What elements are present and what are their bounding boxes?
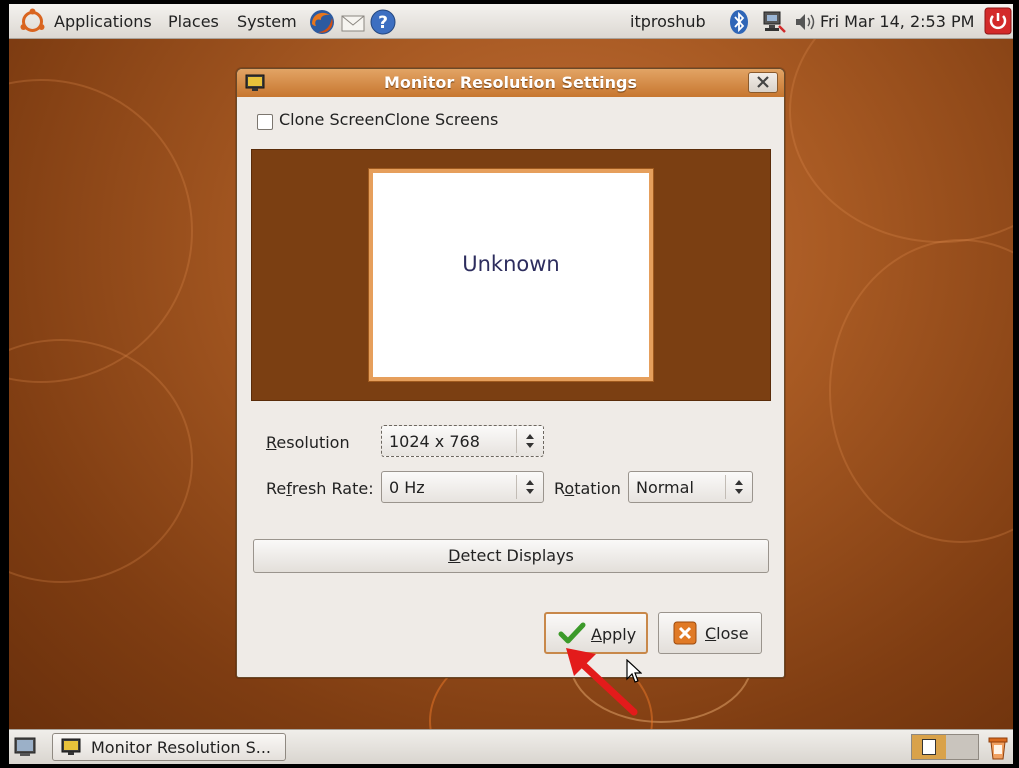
resolution-label: Resolution [266,433,350,452]
show-desktop-icon[interactable] [13,735,37,763]
refresh-rate-label: Refresh Rate: [266,479,374,498]
clone-screens-label[interactable]: Clone ScreenClone Screens [279,110,498,129]
dialog-titlebar[interactable]: Monitor Resolution Settings [237,69,784,97]
applications-menu[interactable]: Applications [54,12,152,31]
taskbar-window-button[interactable]: Monitor Resolution S... [52,733,286,761]
help-icon[interactable]: ? [370,9,396,39]
bottom-panel: Monitor Resolution S... [9,729,1013,764]
ubuntu-logo-icon[interactable] [19,8,46,35]
system-menu[interactable]: System [237,12,297,31]
combo-arrows-icon [516,429,543,453]
places-menu[interactable]: Places [168,12,219,31]
username-label: itproshub [630,12,706,31]
close-button[interactable]: Close [658,612,762,654]
firefox-icon[interactable] [308,8,336,40]
svg-text:?: ? [378,13,388,33]
shutdown-icon[interactable] [984,7,1012,39]
rotation-combo[interactable]: Normal [628,471,753,503]
taskbar-window-label: Monitor Resolution S... [91,738,272,757]
dialog-close-icon[interactable] [748,72,778,93]
refresh-rate-value: 0 Hz [389,478,425,497]
dialog-title: Monitor Resolution Settings [383,73,638,92]
rotation-label: Rotation [554,479,621,498]
resolution-combo[interactable]: 1024 x 768 [381,425,544,457]
trash-icon[interactable] [986,733,1010,765]
clock[interactable]: Fri Mar 14, 2:53 PM [820,12,974,31]
combo-arrows-icon [725,475,752,499]
monitor-name-label: Unknown [462,252,560,276]
monitor-preview-screen[interactable]: Unknown [369,169,653,381]
monitor-resolution-dialog: Monitor Resolution Settings Clone Screen… [236,68,785,678]
refresh-rate-combo[interactable]: 0 Hz [381,471,544,503]
workspace-window-thumb [922,739,936,755]
mouse-cursor-icon [626,659,642,683]
monitor-app-icon [61,738,81,760]
close-label: Close [705,624,749,643]
workspace-switcher-icon[interactable] [911,734,979,760]
bluetooth-icon[interactable] [728,9,750,39]
screen: Applications Places System ? itproshub F… [0,0,1019,768]
network-icon[interactable] [761,10,787,38]
detect-displays-button[interactable]: Detect Displays [253,539,769,573]
volume-icon[interactable] [793,11,817,37]
close-x-icon [673,621,697,649]
resolution-value: 1024 x 768 [389,432,480,451]
combo-arrows-icon [516,475,543,499]
mail-icon[interactable] [340,10,366,38]
clone-screens-checkbox[interactable] [257,114,273,130]
monitor-preview-area: Unknown [251,149,771,401]
top-panel: Applications Places System ? itproshub F… [9,4,1013,39]
rotation-value: Normal [636,478,694,497]
